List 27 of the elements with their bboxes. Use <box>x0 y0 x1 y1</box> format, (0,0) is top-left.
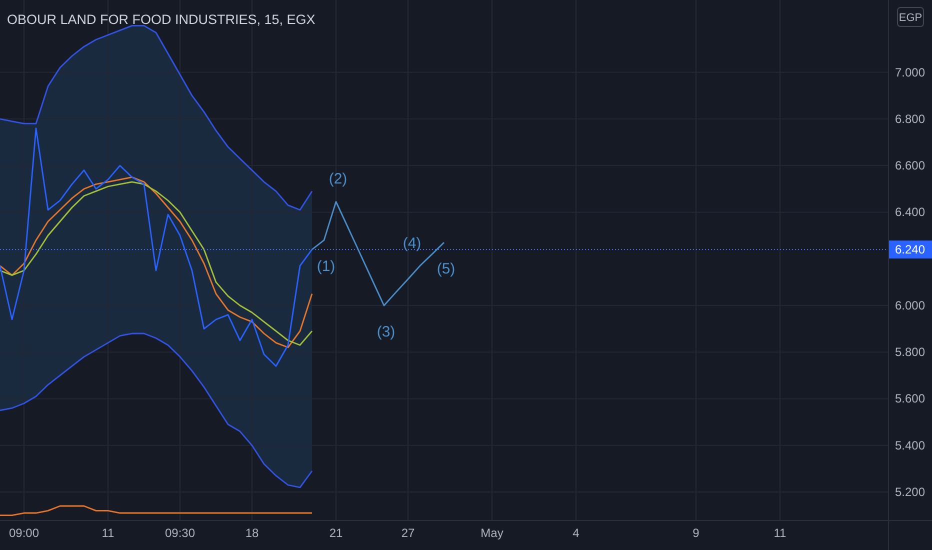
time-axis-label: 9 <box>692 526 700 540</box>
wave-label: (5) <box>436 260 456 278</box>
price-axis-label: 5.800 <box>894 345 926 360</box>
price-axis-label: 6.000 <box>894 298 926 312</box>
time-axis-label: 21 <box>329 526 343 540</box>
time-axis-label: 09:00 <box>8 526 40 540</box>
price-axis-label: 5.600 <box>894 392 926 406</box>
wave-label: (1) <box>316 258 336 276</box>
price-axis-label: 6.600 <box>894 158 926 173</box>
time-axis-label: 18 <box>245 526 259 540</box>
wave-label: (3) <box>376 323 396 340</box>
wave-label: (4) <box>402 234 422 252</box>
price-axis-label: 7.000 <box>894 65 926 80</box>
currency-button[interactable]: EGP <box>897 7 924 27</box>
price-axis-label: 6.400 <box>894 205 926 220</box>
time-axis-label: 09:30 <box>164 526 196 540</box>
time-axis-label: 11 <box>774 526 786 540</box>
price-axis-label: 6.800 <box>894 112 926 126</box>
time-axis-label: 4 <box>572 526 580 540</box>
wave-label: (2) <box>328 170 348 188</box>
chart-title: OBOUR LAND FOR FOOD INDUSTRIES, 15, EGX <box>7 12 316 27</box>
price-axis-label: 5.200 <box>894 485 926 500</box>
time-axis-label: May <box>480 526 504 540</box>
time-axis-label: 11 <box>102 526 114 540</box>
time-axis-label: 27 <box>401 526 415 540</box>
price-axis-label: 5.400 <box>894 438 926 452</box>
last-price-badge: 6.240 <box>889 240 932 258</box>
